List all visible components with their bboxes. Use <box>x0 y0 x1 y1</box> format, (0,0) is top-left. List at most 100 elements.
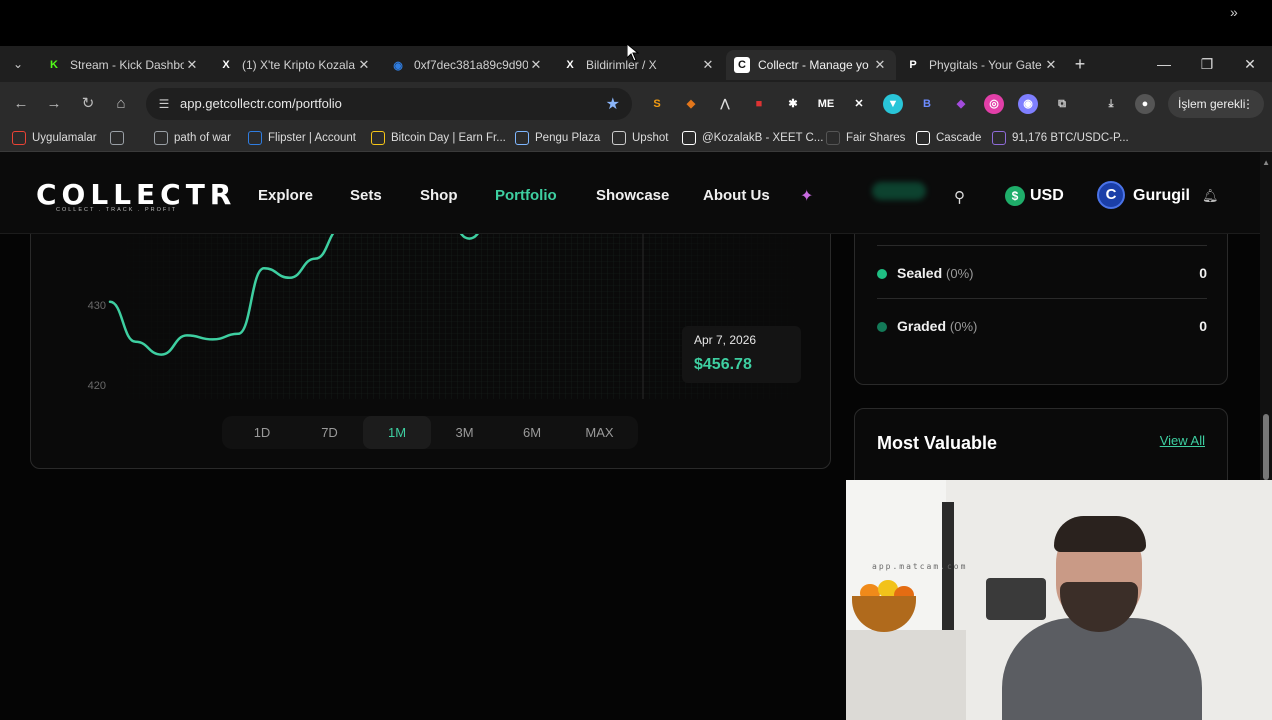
bookmark-favicon-icon <box>916 131 930 145</box>
tab-favicon-icon: C <box>734 57 750 73</box>
scroll-up-icon[interactable]: ▲ <box>1262 158 1270 167</box>
extensions-puzzle-icon[interactable]: ⧉ <box>1052 94 1072 114</box>
highlight-badge <box>872 182 926 200</box>
tab-close-icon[interactable]: ✕ <box>700 57 716 73</box>
extension-icon[interactable]: S <box>647 94 667 114</box>
bookmark-folder-icon[interactable] <box>110 131 130 145</box>
view-all-link[interactable]: View All <box>1160 433 1205 448</box>
range-button-1m[interactable]: 1M <box>363 416 431 449</box>
extension-icon[interactable]: ◎ <box>984 94 1004 114</box>
bookmark-item[interactable]: path of war <box>154 131 231 145</box>
update-button[interactable]: İşlem gerekli ⋮ <box>1168 90 1264 118</box>
bookmark-item[interactable]: Cascade <box>916 131 981 145</box>
bookmark-item[interactable]: Uygulamalar <box>12 131 97 145</box>
bookmark-label: Cascade <box>936 132 982 144</box>
metamask-icon[interactable]: ◆ <box>681 94 701 114</box>
tab-close-icon[interactable]: ✕ <box>872 57 888 73</box>
extension-icon[interactable]: ◆ <box>951 94 971 114</box>
browser-tab[interactable]: C Collectr - Manage yo ✕ <box>726 50 896 80</box>
home-icon[interactable]: ⌂ <box>111 94 131 114</box>
tab-close-icon[interactable]: ✕ <box>528 57 544 73</box>
extension-icon[interactable]: B <box>917 94 937 114</box>
extension-icon[interactable]: ✱ <box>783 94 803 114</box>
tab-close-icon[interactable]: ✕ <box>1043 57 1059 73</box>
nav-shop[interactable]: Shop <box>420 187 458 204</box>
avatar[interactable]: C <box>1097 181 1125 209</box>
bookmark-label: Pengu Plaza <box>535 132 601 144</box>
bookmark-item[interactable]: Bitcoin Day | Earn Fr... <box>371 131 506 145</box>
address-bar[interactable]: ☰ app.getcollectr.com/portfolio ★ <box>146 88 632 120</box>
nav-about-us[interactable]: About Us <box>703 187 770 204</box>
bookmark-label: path of war <box>174 132 231 144</box>
tab-title: Bildirimler / X <box>586 58 657 72</box>
site-info-icon[interactable]: ☰ <box>156 96 172 112</box>
divider <box>877 245 1207 246</box>
browser-tab[interactable]: K Stream - Kick Dashbo ✕ <box>38 50 208 80</box>
restore-icon[interactable]: ❐ <box>1197 54 1217 74</box>
extension-icon[interactable]: ⋀ <box>715 94 735 114</box>
tab-search-icon[interactable]: ⌄ <box>6 53 30 75</box>
forward-icon[interactable]: → <box>44 94 64 114</box>
bookmark-item[interactable]: @KozalakB - XEET C... <box>682 131 823 145</box>
range-button-1d[interactable]: 1D <box>228 416 296 449</box>
tab-close-icon[interactable]: ✕ <box>184 57 200 73</box>
currency-selector[interactable]: USD <box>1030 187 1064 205</box>
url-text[interactable]: app.getcollectr.com/portfolio <box>180 96 342 111</box>
nav-portfolio[interactable]: Portfolio <box>495 187 557 204</box>
magic-eden-icon[interactable]: ME <box>816 94 836 114</box>
tooltip-value: $456.78 <box>694 356 752 373</box>
tab-favicon-icon: K <box>50 59 58 71</box>
tab-close-icon[interactable]: ✕ <box>356 57 372 73</box>
browser-tab[interactable]: ◉ 0xf7dec381a89c9d90 ✕ <box>382 50 552 80</box>
browser-tab[interactable]: P Phygitals - Your Gate ✕ <box>897 50 1067 80</box>
bookmark-item[interactable]: Flipster | Account <box>248 131 356 145</box>
webcam-watermark: app.matcam.com <box>872 562 968 571</box>
bell-icon[interactable]: 🔔︎ <box>1202 188 1219 204</box>
profile-avatar[interactable]: ● <box>1135 94 1155 114</box>
bookmark-favicon-icon <box>992 131 1006 145</box>
range-button-max[interactable]: MAX <box>566 416 634 449</box>
range-button-7d[interactable]: 7D <box>296 416 364 449</box>
download-icon[interactable]: ⤓ <box>1101 94 1121 114</box>
browser-tab[interactable]: X (1) X'te Kripto Kozala ✕ <box>210 50 380 80</box>
new-tab-icon[interactable]: + <box>1070 54 1090 74</box>
minimize-icon[interactable]: — <box>1154 54 1174 74</box>
summary-label-text: Graded <box>897 318 947 334</box>
divider <box>877 298 1207 299</box>
y-tick-label: 430 <box>88 300 106 312</box>
range-button-3m[interactable]: 3M <box>431 416 499 449</box>
username[interactable]: Gurugil <box>1133 187 1190 205</box>
reload-icon[interactable]: ↻ <box>78 94 98 114</box>
search-icon[interactable]: ⚲ <box>954 188 972 206</box>
bookmark-item[interactable]: Upshot <box>612 131 668 145</box>
currency-icon[interactable]: $ <box>1005 186 1025 206</box>
bookmark-item[interactable]: Fair Shares <box>826 131 905 145</box>
back-icon[interactable]: ← <box>11 94 31 114</box>
extension-icon[interactable]: ■ <box>749 94 769 114</box>
webcam-counter <box>846 630 966 720</box>
scroll-thumb[interactable] <box>1263 414 1269 480</box>
close-window-icon[interactable]: ✕ <box>1240 54 1260 74</box>
x-extension-icon[interactable]: ✕ <box>849 94 869 114</box>
bookmark-item[interactable]: Pengu Plaza <box>515 131 600 145</box>
bookmark-item[interactable]: 91,176 BTC/USDC-P... <box>992 131 1129 145</box>
more-bookmarks-icon[interactable]: » <box>1230 4 1238 20</box>
bookmark-label: Flipster | Account <box>268 132 356 144</box>
top-bar <box>0 0 1272 46</box>
tab-title: Phygitals - Your Gate <box>929 58 1042 72</box>
bookmark-favicon-icon <box>371 131 385 145</box>
tab-title: 0xf7dec381a89c9d90 <box>414 58 528 72</box>
extension-icon[interactable]: ◉ <box>1018 94 1038 114</box>
bookmark-favicon-icon <box>515 131 529 145</box>
nav-showcase[interactable]: Showcase <box>596 187 669 204</box>
bookmark-star-icon[interactable]: ★ <box>606 94 620 114</box>
tab-favicon-icon: P <box>909 59 917 71</box>
browser-tab[interactable]: X Bildirimler / X ✕ <box>554 50 724 80</box>
range-button-6m[interactable]: 6M <box>498 416 566 449</box>
nav-explore[interactable]: Explore <box>258 187 313 204</box>
extension-icon[interactable]: ▼ <box>883 94 903 114</box>
nav-sets[interactable]: Sets <box>350 187 382 204</box>
mascot-icon[interactable]: ✦ <box>800 186 822 206</box>
summary-value: 0 <box>1199 265 1207 281</box>
bookmark-favicon-icon <box>110 131 124 145</box>
